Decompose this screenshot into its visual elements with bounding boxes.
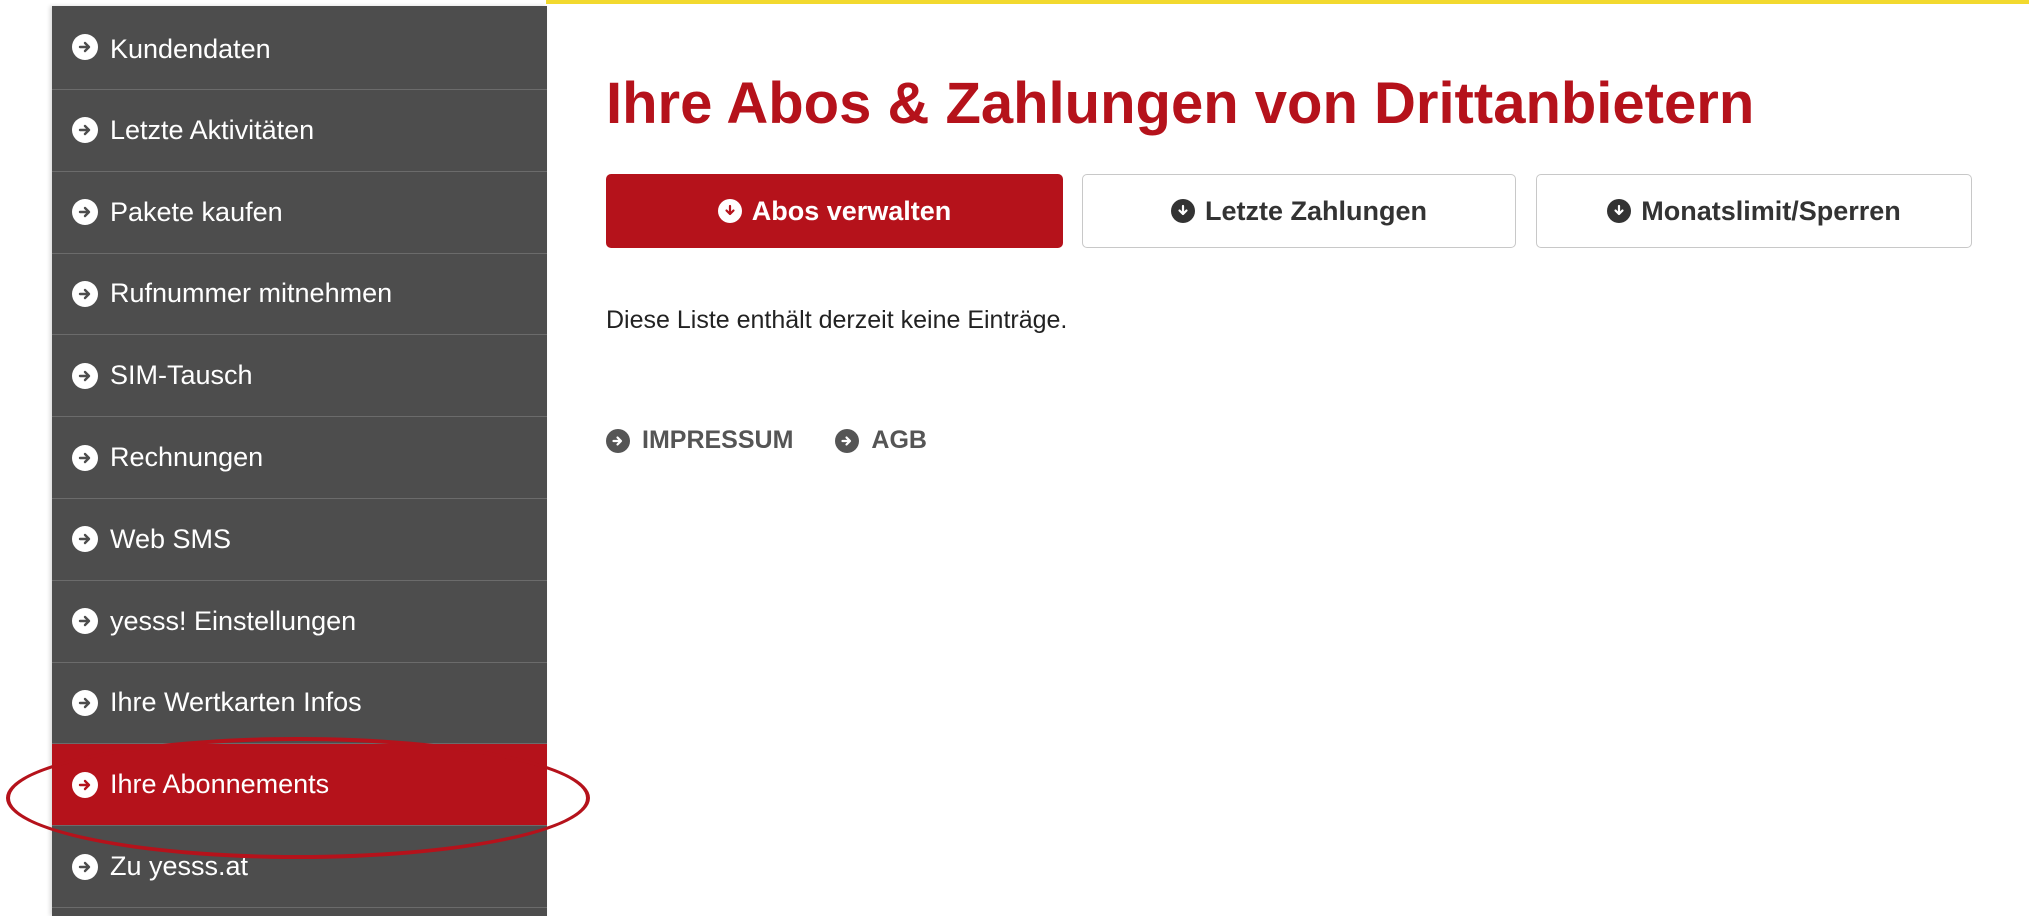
sidebar-item-label: yesss! Einstellungen: [110, 605, 357, 636]
arrow-right-circle-icon: [72, 444, 98, 471]
sidebar-item-label: Letzte Aktivitäten: [110, 114, 315, 145]
sidebar-item-label: Rufnummer mitnehmen: [110, 278, 393, 309]
arrow-right-circle-icon: [72, 199, 98, 226]
sidebar-item-label: Pakete kaufen: [110, 196, 283, 227]
arrow-right-circle-icon: [72, 362, 98, 389]
footer-link-label: IMPRESSUM: [642, 426, 794, 454]
impressum-link[interactable]: IMPRESSUM: [606, 426, 793, 455]
arrow-right-circle-icon: [72, 280, 98, 307]
top-accent-line: [546, 0, 2029, 4]
sidebar-item-label: Web SMS: [110, 523, 232, 554]
tab-monatslimit-sperren[interactable]: Monatslimit/Sperren: [1536, 174, 1972, 248]
arrow-right-circle-icon: [72, 526, 98, 553]
footer-link-label: AGB: [871, 426, 927, 454]
sidebar-item-rechnungen[interactable]: Rechnungen: [52, 417, 547, 499]
footer-links: IMPRESSUM AGB: [606, 426, 969, 455]
arrow-down-circle-icon: [1607, 199, 1632, 223]
empty-list-message: Diese Liste enthält derzeit keine Einträ…: [606, 306, 1068, 334]
sidebar-item-yesss-einstellungen[interactable]: yesss! Einstellungen: [52, 581, 547, 663]
tab-abos-verwalten[interactable]: Abos verwalten: [606, 174, 1063, 248]
sidebar-item-abonnements[interactable]: Ihre Abonnements: [52, 744, 547, 827]
sidebar-item-sim-tausch[interactable]: SIM-Tausch: [52, 335, 547, 418]
arrow-right-circle-icon: [72, 117, 98, 144]
tab-label: Abos verwalten: [751, 195, 952, 226]
arrow-right-circle-icon: [72, 34, 98, 60]
arrow-right-circle-icon: [72, 771, 98, 798]
sidebar-item-letzte-aktivitaeten[interactable]: Letzte Aktivitäten: [52, 90, 547, 172]
arrow-down-circle-icon: [1171, 199, 1195, 223]
sidebar-item-label: Rechnungen: [110, 442, 264, 473]
arrow-right-circle-icon: [72, 689, 98, 716]
sidebar-item-label: SIM-Tausch: [110, 360, 253, 391]
page-title: Ihre Abos & Zahlungen von Drittanbietern: [606, 71, 1755, 136]
sidebar-item-web-sms[interactable]: Web SMS: [52, 499, 547, 581]
arrow-down-circle-icon: [717, 199, 742, 223]
tab-label: Letzte Zahlungen: [1205, 195, 1427, 226]
sidebar-item-label: Kundendaten: [110, 34, 271, 64]
arrow-right-circle-icon: [72, 853, 98, 880]
sidebar-item-wertkarten-infos[interactable]: Ihre Wertkarten Infos: [52, 663, 547, 745]
sidebar-item-label: Ihre Abonnements: [110, 769, 330, 800]
sidebar-item-rufnummer-mitnehmen[interactable]: Rufnummer mitnehmen: [52, 254, 547, 336]
sidebar: Kundendaten Letzte Aktivitäten Pakete ka…: [52, 6, 547, 916]
arrow-right-circle-icon: [835, 428, 860, 453]
arrow-right-circle-icon: [72, 608, 98, 635]
arrow-right-circle-icon: [606, 428, 630, 453]
sidebar-item-kundendaten[interactable]: Kundendaten: [52, 6, 547, 90]
page: Kundendaten Letzte Aktivitäten Pakete ka…: [0, 0, 2029, 916]
sidebar-item-label: Ihre Wertkarten Infos: [110, 687, 362, 718]
sidebar-item-label: Zu yesss.at: [110, 851, 249, 882]
sidebar-item-zu-yesss-at[interactable]: Zu yesss.at: [52, 826, 547, 908]
sidebar-item-pakete-kaufen[interactable]: Pakete kaufen: [52, 172, 547, 254]
tab-letzte-zahlungen[interactable]: Letzte Zahlungen: [1082, 174, 1516, 248]
tab-label: Monatslimit/Sperren: [1641, 195, 1901, 226]
agb-link[interactable]: AGB: [835, 426, 927, 455]
